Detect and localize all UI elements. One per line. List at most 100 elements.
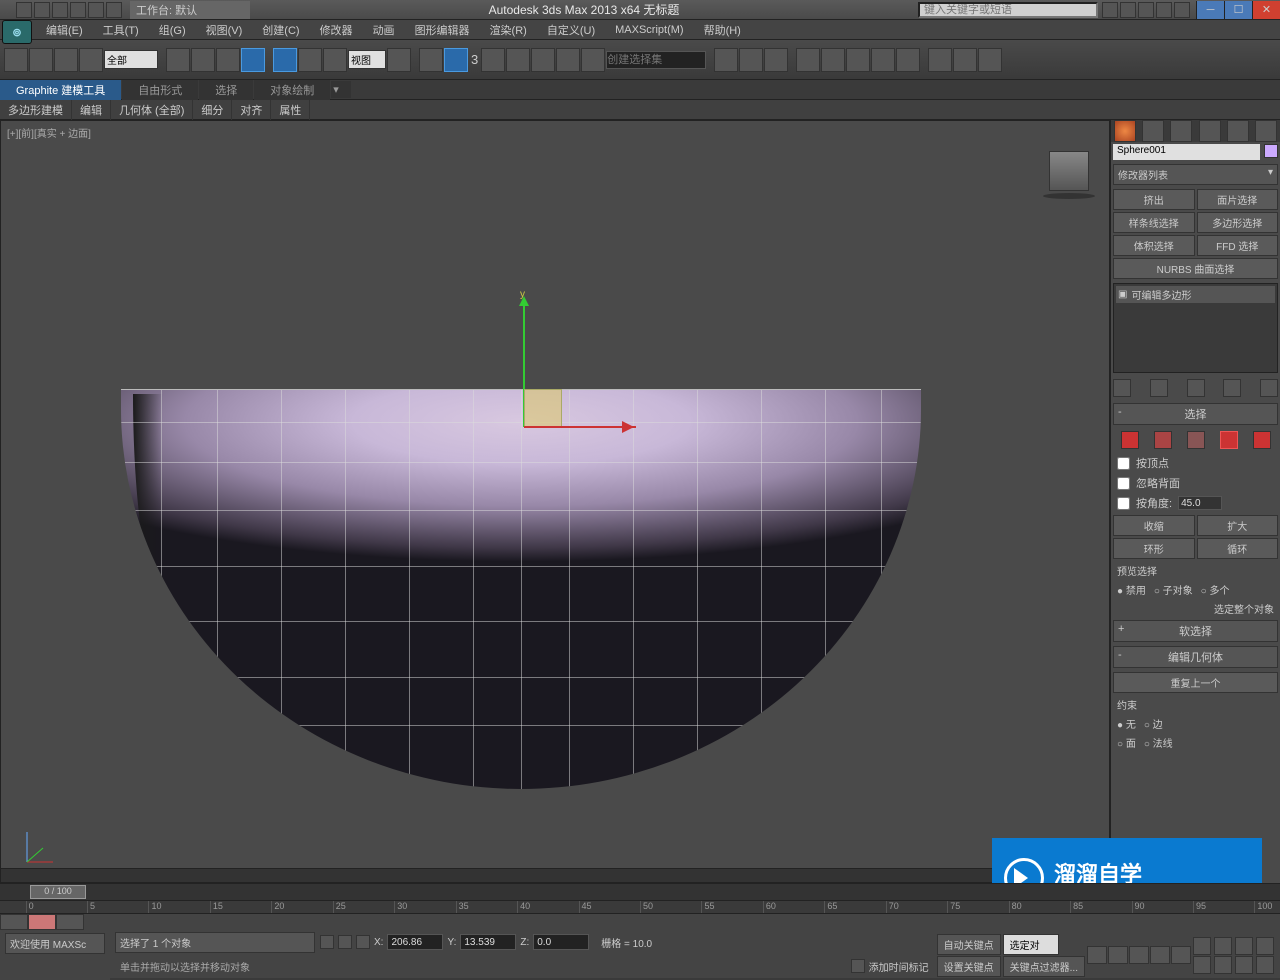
- nav-zoomall-icon[interactable]: [1256, 937, 1274, 955]
- render-setup-icon[interactable]: [871, 48, 895, 72]
- cp-tab-motion-icon[interactable]: [1199, 120, 1221, 142]
- setkey-button[interactable]: 设置关键点: [937, 956, 1001, 977]
- object-name-field[interactable]: Sphere001: [1113, 144, 1260, 160]
- isolate-icon[interactable]: [338, 935, 352, 949]
- menu-create[interactable]: 创建(C): [252, 20, 309, 40]
- modifier-list-dropdown[interactable]: 修改器列表▾: [1113, 164, 1278, 185]
- qat-redo-icon[interactable]: [88, 2, 104, 18]
- ribbon-geometry[interactable]: 几何体 (全部): [111, 100, 193, 120]
- trackbar-toggle1[interactable]: [0, 914, 28, 930]
- editset-icon[interactable]: [581, 48, 605, 72]
- pivot-icon[interactable]: [387, 48, 411, 72]
- mod-nurbssel-button[interactable]: NURBS 曲面选择: [1113, 258, 1278, 279]
- teapot-render-icon[interactable]: [953, 48, 977, 72]
- select-object-icon[interactable]: [166, 48, 190, 72]
- ignoreback-checkbox[interactable]: [1117, 477, 1130, 490]
- ribbon-edit[interactable]: 编辑: [72, 100, 111, 120]
- mod-extrude-button[interactable]: 挤出: [1113, 189, 1195, 210]
- menu-edit[interactable]: 编辑(E): [36, 20, 93, 40]
- unique-icon[interactable]: [1187, 379, 1205, 397]
- undo-icon[interactable]: [4, 48, 28, 72]
- nav-pan-icon[interactable]: [1193, 937, 1211, 955]
- shrink-button[interactable]: 收缩: [1113, 515, 1195, 536]
- select-name-icon[interactable]: [191, 48, 215, 72]
- nav-fov-icon[interactable]: [1235, 937, 1253, 955]
- viewport-front[interactable]: [+][前][真实 + 边面] y: [0, 120, 1110, 883]
- so-edge-icon[interactable]: [1154, 431, 1172, 449]
- close-button[interactable]: ✕: [1252, 1, 1280, 19]
- selection-lock-icon[interactable]: [356, 935, 370, 949]
- rollout-selection[interactable]: -选择: [1113, 403, 1278, 425]
- ribbon-tab-selection[interactable]: 选择: [199, 80, 253, 100]
- gizmo-xy-plane[interactable]: [524, 389, 562, 427]
- so-border-icon[interactable]: [1187, 431, 1205, 449]
- time-slider-thumb[interactable]: 0 / 100: [30, 885, 86, 899]
- redo-icon[interactable]: [29, 48, 53, 72]
- selection-filter-dropdown[interactable]: 全部: [104, 50, 158, 69]
- window-crossing-icon[interactable]: [241, 48, 265, 72]
- bowl-mesh[interactable]: [121, 389, 921, 789]
- app-menu-icon[interactable]: ⊚: [2, 20, 32, 44]
- constrain-normal-radio[interactable]: ○ 法线: [1144, 735, 1173, 750]
- cp-tab-display-icon[interactable]: [1227, 120, 1249, 142]
- schematic-icon[interactable]: [821, 48, 845, 72]
- goto-start-icon[interactable]: [1087, 946, 1107, 964]
- nav-maxtoggle-icon[interactable]: [1235, 956, 1253, 974]
- select-region-icon[interactable]: [216, 48, 240, 72]
- scale-icon[interactable]: [323, 48, 347, 72]
- constrain-face-radio[interactable]: ○ 面: [1117, 735, 1136, 750]
- trackbar-toggle2[interactable]: [28, 914, 56, 930]
- help-search-input[interactable]: [918, 2, 1098, 18]
- trackbar-toggle3[interactable]: [56, 914, 84, 930]
- goto-end-icon[interactable]: [1171, 946, 1191, 964]
- repeat-last-button[interactable]: 重复上一个: [1113, 672, 1278, 693]
- cp-tab-utilities-icon[interactable]: [1255, 120, 1277, 142]
- byangle-checkbox[interactable]: [1117, 497, 1130, 510]
- mod-ffdsel-button[interactable]: FFD 选择: [1197, 235, 1279, 256]
- pin-stack-icon[interactable]: [1113, 379, 1131, 397]
- ring-button[interactable]: 环形: [1113, 538, 1195, 559]
- layers-icon[interactable]: [764, 48, 788, 72]
- rollout-softsel[interactable]: +软选择: [1113, 620, 1278, 642]
- gizmo-x-axis[interactable]: [524, 426, 636, 428]
- mod-polysel-button[interactable]: 多边形选择: [1197, 212, 1279, 233]
- prev-frame-icon[interactable]: [1108, 946, 1128, 964]
- show-end-icon[interactable]: [1150, 379, 1168, 397]
- play-icon[interactable]: [1129, 946, 1149, 964]
- mirror-icon[interactable]: [714, 48, 738, 72]
- manipulate-icon[interactable]: [419, 48, 443, 72]
- refcoord-dropdown[interactable]: 视图: [348, 50, 386, 69]
- rotate-icon[interactable]: [298, 48, 322, 72]
- so-polygon-icon[interactable]: [1220, 431, 1238, 449]
- menu-rendering[interactable]: 渲染(R): [480, 20, 537, 40]
- render-prod-icon[interactable]: [928, 48, 952, 72]
- material-editor-icon[interactable]: [846, 48, 870, 72]
- keyobj-dropdown[interactable]: 选定对: [1003, 934, 1059, 955]
- mod-patchsel-button[interactable]: 面片选择: [1197, 189, 1279, 210]
- align-icon[interactable]: [739, 48, 763, 72]
- rendered-frame-icon[interactable]: [896, 48, 920, 72]
- minimize-button[interactable]: ─: [1196, 1, 1224, 19]
- constrain-edge-radio[interactable]: ○ 边: [1144, 716, 1163, 731]
- nav-zoom-icon[interactable]: [1214, 937, 1232, 955]
- menu-customize[interactable]: 自定义(U): [537, 20, 605, 40]
- timeline-ruler[interactable]: 0510152025303540455055606570758085909510…: [0, 900, 1280, 914]
- unlink-icon[interactable]: [79, 48, 103, 72]
- z-coord-input[interactable]: [533, 934, 589, 950]
- menu-tools[interactable]: 工具(T): [93, 20, 149, 40]
- ribbon-tab-freeform[interactable]: 自由形式: [122, 80, 198, 100]
- viewport-scrollbar[interactable]: [1, 868, 1109, 882]
- x-coord-input[interactable]: [387, 934, 443, 950]
- menu-maxscript[interactable]: MAXScript(M): [605, 22, 693, 38]
- ribbon-collapse-icon[interactable]: ▾: [331, 81, 351, 98]
- configure-sets-icon[interactable]: [1260, 379, 1278, 397]
- keyfilter-button[interactable]: 关键点过滤器...: [1003, 956, 1085, 977]
- remove-mod-icon[interactable]: [1223, 379, 1241, 397]
- viewcube-icon[interactable]: [1049, 151, 1089, 191]
- cp-tab-modify-icon[interactable]: [1142, 120, 1164, 142]
- angle-snap-icon[interactable]: [506, 48, 530, 72]
- exchange-icon[interactable]: [1138, 2, 1154, 18]
- next-frame-icon[interactable]: [1150, 946, 1170, 964]
- timetag-icon[interactable]: [851, 959, 865, 973]
- keyboard-shortcut-icon[interactable]: [444, 48, 468, 72]
